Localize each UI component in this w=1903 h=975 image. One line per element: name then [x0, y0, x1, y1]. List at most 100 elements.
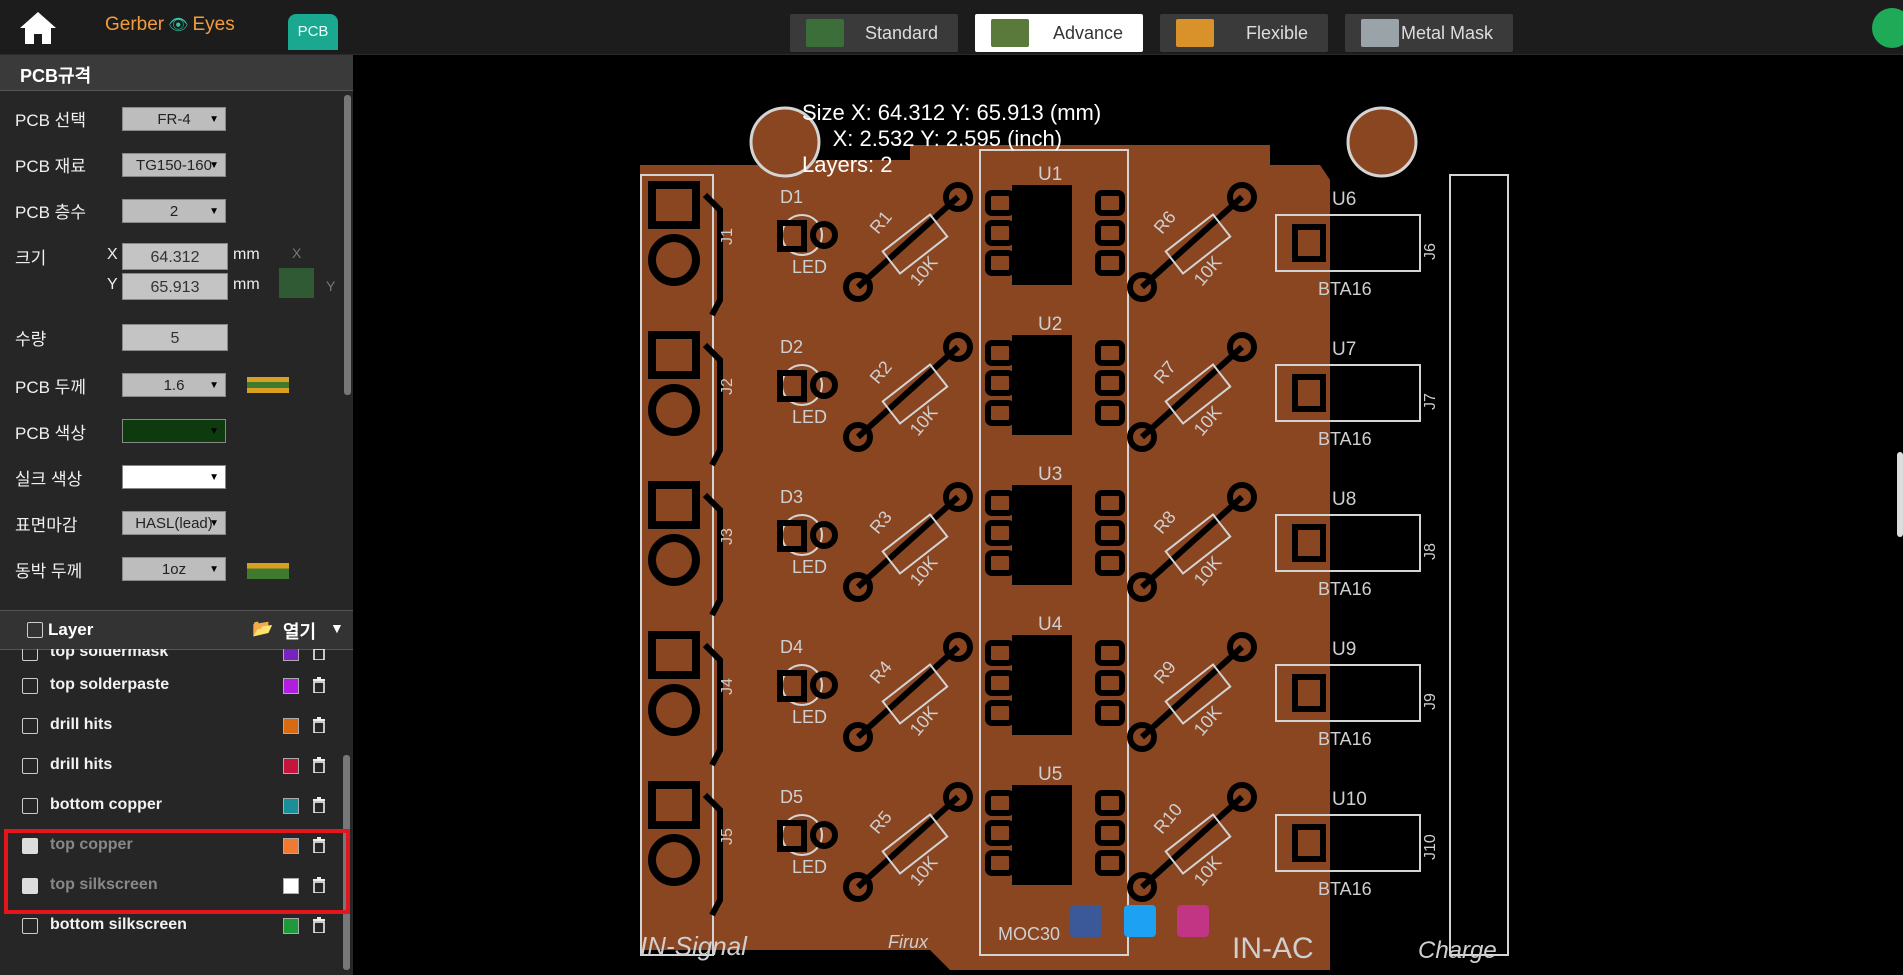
finish-select[interactable]: HASL(lead) ▼ [122, 511, 226, 535]
connector-pad [1458, 551, 1500, 597]
label-moc: MOC30 [998, 924, 1060, 944]
trash-icon[interactable] [312, 757, 326, 773]
led-label: LED [792, 407, 827, 427]
highlight-box [4, 829, 350, 914]
layer-color-swatch[interactable] [283, 798, 299, 814]
eye-icon: 👁 [168, 17, 189, 34]
tab-metal-mask[interactable]: Metal Mask [1345, 14, 1513, 52]
info-size-inch: X: 2.532 Y: 2.595 (inch) [832, 126, 1063, 151]
jack-label: J4 [719, 678, 736, 695]
led-label: LED [792, 257, 827, 277]
material-select[interactable]: TG150-160 ▼ [122, 153, 226, 177]
trash-icon[interactable] [312, 717, 326, 733]
connector-trace [1452, 783, 1504, 838]
tab-label: Flexible [1245, 23, 1308, 43]
triac-id: U10 [1332, 789, 1367, 810]
layer-header: Layer 📂 열기 ▼ [0, 610, 353, 650]
pcb-select-label: PCB 선택 [15, 111, 86, 130]
qty-input[interactable]: 5 [122, 324, 228, 351]
color-label: PCB 색상 [15, 424, 86, 443]
trash-icon[interactable] [312, 677, 326, 693]
tab-flexible[interactable]: Flexible [1160, 14, 1328, 52]
layer-checkbox[interactable] [22, 718, 38, 734]
thickness-value: 1.6 [163, 377, 185, 394]
triac-pad [1364, 827, 1396, 859]
ic-id: U3 [1038, 464, 1062, 485]
chevron-down-icon: ▼ [209, 564, 219, 575]
list-item[interactable]: drill hits [0, 750, 340, 780]
jack-label: J5 [719, 828, 736, 845]
layer-checkbox[interactable] [22, 918, 38, 934]
copper-select[interactable]: 1oz ▼ [122, 557, 226, 581]
list-item[interactable]: top soldermask [0, 649, 340, 667]
tab-advance[interactable]: Advance [975, 14, 1143, 52]
list-item[interactable]: bottom copper [0, 790, 340, 820]
trash-icon[interactable] [312, 797, 326, 813]
size-x-input[interactable]: 64.312 [122, 243, 228, 270]
pcb-board-view[interactable]: J1D1LEDR110KU1R610KU6BTA16J6J2D2LEDR210K… [620, 100, 1560, 975]
jack-label: J8 [1422, 543, 1439, 560]
connector-trace [1452, 633, 1504, 688]
layer-color-swatch[interactable] [283, 718, 299, 734]
layers-select[interactable]: 2 ▼ [122, 199, 226, 223]
folder-open-icon[interactable]: 📂 [252, 619, 273, 639]
size-y-input[interactable]: 65.913 [122, 273, 228, 300]
layer-checkbox[interactable] [22, 678, 38, 694]
silk-color-select[interactable]: ▼ [122, 465, 226, 489]
label-in-ac: IN-AC [1232, 932, 1314, 965]
layer-name: top soldermask [50, 649, 169, 660]
user-avatar-icon[interactable] [1872, 8, 1903, 48]
layer-title: Layer [48, 620, 94, 639]
layer-checkbox[interactable] [22, 798, 38, 814]
chevron-down-icon: ▼ [209, 426, 219, 437]
trash-icon[interactable] [312, 917, 326, 933]
home-icon[interactable] [18, 10, 58, 46]
thickness-icon [247, 377, 289, 393]
trash-icon[interactable] [312, 649, 326, 660]
right-edge-handle[interactable] [1897, 452, 1903, 537]
triac-id: U8 [1332, 489, 1356, 510]
chevron-down-icon: ▼ [209, 114, 219, 125]
layer-name: drill hits [50, 756, 113, 773]
ic-id: U2 [1038, 314, 1062, 335]
led-label: LED [792, 557, 827, 577]
connector-pad [1458, 701, 1500, 747]
pcb-select-value: FR-4 [157, 111, 191, 128]
size-label: 크기 [15, 249, 47, 268]
layer-color-swatch[interactable] [283, 918, 299, 934]
info-size-mm: Size X: 64.312 Y: 65.913 (mm) [802, 100, 1102, 125]
layer-color-swatch[interactable] [283, 758, 299, 774]
triac-id: U9 [1332, 639, 1356, 660]
instagram-icon[interactable] [1177, 905, 1209, 937]
tab-standard[interactable]: Standard [790, 14, 958, 52]
pcb-button[interactable]: PCB [288, 14, 338, 50]
connector-pad [1458, 251, 1500, 297]
triac-pad [1364, 377, 1396, 409]
list-item[interactable]: bottom silkscreen [0, 910, 340, 940]
layer-all-checkbox[interactable] [27, 622, 43, 638]
jack-label: J9 [1422, 693, 1439, 710]
facebook-icon[interactable] [1070, 905, 1102, 937]
connector-pad [1458, 401, 1500, 447]
open-button[interactable]: 열기 [283, 618, 316, 644]
layer-checkbox[interactable] [22, 758, 38, 774]
chevron-down-icon[interactable]: ▼ [330, 620, 344, 636]
list-item[interactable]: drill hits [0, 710, 340, 740]
spec-scrollbar[interactable] [344, 95, 351, 395]
triac-value: BTA16 [1318, 879, 1372, 899]
layer-color-swatch[interactable] [283, 649, 299, 661]
layer-name: top solderpaste [50, 676, 170, 693]
connector-pad [1458, 851, 1500, 897]
thickness-select[interactable]: 1.6 ▼ [122, 373, 226, 397]
triac-value: BTA16 [1318, 279, 1372, 299]
connector-trace [1452, 183, 1504, 238]
silk-label: 실크 색상 [15, 470, 83, 489]
list-item[interactable]: top solderpaste [0, 670, 340, 700]
triac-pad [1364, 227, 1396, 259]
pcb-color-select[interactable]: ▼ [122, 419, 226, 443]
layer-checkbox[interactable] [22, 649, 38, 661]
pcb-select[interactable]: FR-4 ▼ [122, 107, 226, 131]
twitter-icon[interactable] [1124, 905, 1156, 937]
spec-header: PCB규격 [0, 55, 353, 91]
layer-color-swatch[interactable] [283, 678, 299, 694]
